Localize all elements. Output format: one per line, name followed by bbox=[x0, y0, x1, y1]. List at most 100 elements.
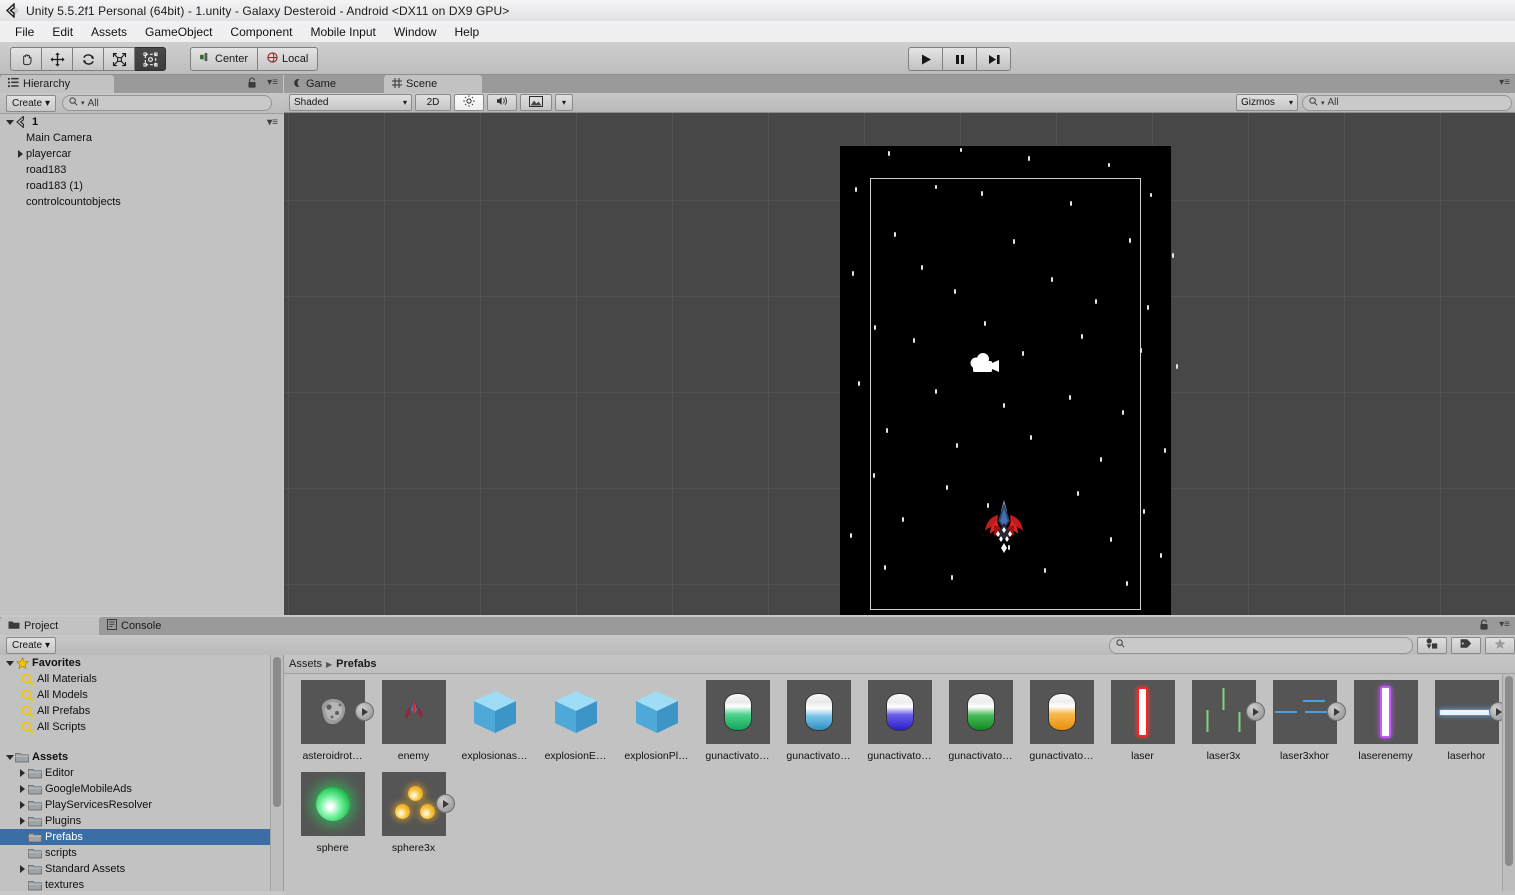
asset-item[interactable]: laser3x bbox=[1183, 680, 1265, 770]
tab-scene[interactable]: Scene bbox=[384, 75, 482, 93]
hierarchy-search-input[interactable]: ▾ All bbox=[62, 95, 273, 111]
project-tree-all-scripts[interactable]: All Scripts bbox=[0, 719, 283, 735]
tab-console[interactable]: Console bbox=[99, 617, 203, 635]
prefab-preview-badge[interactable] bbox=[1326, 702, 1346, 721]
asset-item[interactable]: explosionE… bbox=[535, 680, 616, 770]
hierarchy-create-button[interactable]: Create ▾ bbox=[6, 94, 57, 112]
filter-by-type-button[interactable] bbox=[1417, 636, 1447, 654]
breadcrumb-assets[interactable]: Assets bbox=[289, 658, 322, 670]
prefab-preview-badge[interactable] bbox=[354, 702, 374, 721]
asset-item[interactable]: gunactivato… bbox=[697, 680, 778, 770]
menu-help[interactable]: Help bbox=[446, 23, 489, 41]
asset-item[interactable]: sphere bbox=[292, 772, 373, 862]
project-tree-favorites[interactable]: Favorites bbox=[0, 655, 283, 671]
effects-toggle-button[interactable] bbox=[520, 94, 552, 111]
hierarchy-item-road183[interactable]: road183 bbox=[0, 162, 283, 178]
hierarchy-item-road183-1[interactable]: road183 (1) bbox=[0, 178, 283, 194]
pivot-mode-button[interactable]: Center bbox=[190, 47, 259, 71]
chevron-right-icon[interactable] bbox=[17, 784, 28, 795]
asset-item[interactable]: gunactivato… bbox=[940, 680, 1021, 770]
step-button[interactable] bbox=[977, 47, 1011, 71]
rotate-tool-button[interactable] bbox=[73, 47, 104, 71]
scene-context-menu[interactable]: ▾≡ bbox=[267, 117, 278, 128]
asset-item[interactable]: gunactivato… bbox=[1021, 680, 1102, 770]
hierarchy-tree[interactable]: 1 ▾≡ Main Camera playercar road183 road1… bbox=[0, 114, 283, 615]
tab-project[interactable]: Project bbox=[0, 617, 110, 635]
chevron-right-icon[interactable] bbox=[17, 816, 28, 827]
gizmos-dropdown[interactable]: Gizmos ▾ bbox=[1236, 94, 1298, 111]
chevron-down-icon[interactable] bbox=[4, 117, 15, 128]
menu-file[interactable]: File bbox=[6, 23, 43, 41]
project-tree-editor[interactable]: Editor bbox=[0, 765, 283, 781]
tab-game[interactable]: Game bbox=[284, 75, 380, 93]
project-search-input[interactable] bbox=[1109, 636, 1413, 654]
asset-item[interactable]: laser3xhor bbox=[1264, 680, 1346, 770]
menu-assets[interactable]: Assets bbox=[82, 23, 136, 41]
move-tool-button[interactable] bbox=[42, 47, 73, 71]
lighting-toggle-button[interactable] bbox=[454, 94, 484, 111]
play-button[interactable] bbox=[908, 47, 943, 71]
asset-item[interactable]: asteroidrot… bbox=[292, 680, 374, 770]
project-tree-scripts[interactable]: scripts bbox=[0, 845, 283, 861]
pause-button[interactable] bbox=[943, 47, 977, 71]
main-camera-gizmo[interactable] bbox=[968, 350, 1004, 383]
chevron-right-icon[interactable] bbox=[17, 864, 28, 875]
chevron-right-icon[interactable] bbox=[15, 149, 26, 160]
chevron-down-icon[interactable] bbox=[4, 658, 15, 669]
hand-tool-button[interactable] bbox=[10, 47, 42, 71]
chevron-right-icon[interactable] bbox=[17, 768, 28, 779]
project-tree-googlemobileads[interactable]: GoogleMobileAds bbox=[0, 781, 283, 797]
project-tree-playservicesresolver[interactable]: PlayServicesResolver bbox=[0, 797, 283, 813]
menu-edit[interactable]: Edit bbox=[43, 23, 82, 41]
project-tree-plugins[interactable]: Plugins bbox=[0, 813, 283, 829]
scene-search-input[interactable]: ▾ All bbox=[1302, 94, 1512, 111]
hierarchy-options-menu[interactable]: ▾≡ bbox=[267, 77, 278, 88]
playercar-sprite[interactable] bbox=[980, 499, 1028, 558]
project-tree-all-models[interactable]: All Models bbox=[0, 687, 283, 703]
menu-component[interactable]: Component bbox=[221, 23, 301, 41]
asset-grid-scrollbar[interactable] bbox=[1502, 674, 1515, 891]
hierarchy-scene-row[interactable]: 1 ▾≡ bbox=[0, 114, 283, 130]
hierarchy-item-playercar[interactable]: playercar bbox=[0, 146, 283, 162]
menu-mobile-input[interactable]: Mobile Input bbox=[301, 23, 384, 41]
asset-item[interactable]: gunactivato… bbox=[859, 680, 940, 770]
asset-item[interactable]: gunactivato… bbox=[778, 680, 859, 770]
scene-canvas[interactable] bbox=[284, 113, 1515, 615]
project-tree-textures[interactable]: textures bbox=[0, 877, 283, 891]
scale-tool-button[interactable] bbox=[104, 47, 135, 71]
menu-window[interactable]: Window bbox=[385, 23, 446, 41]
project-tree-standard-assets[interactable]: Standard Assets bbox=[0, 861, 283, 877]
draw-mode-dropdown[interactable]: Shaded ▾ bbox=[289, 94, 412, 111]
project-create-button[interactable]: Create ▾ bbox=[6, 636, 57, 654]
asset-item[interactable]: laserenemy bbox=[1345, 680, 1426, 770]
project-tree-all-prefabs[interactable]: All Prefabs bbox=[0, 703, 283, 719]
project-tree-all-materials[interactable]: All Materials bbox=[0, 671, 283, 687]
project-options-menu[interactable]: ▾≡ bbox=[1499, 619, 1510, 630]
prefab-preview-badge[interactable] bbox=[1245, 702, 1265, 721]
asset-item[interactable]: laserhor bbox=[1426, 680, 1508, 770]
chevron-right-icon[interactable] bbox=[17, 800, 28, 811]
asset-item[interactable]: laser bbox=[1102, 680, 1183, 770]
2d-toggle-button[interactable]: 2D bbox=[415, 94, 451, 111]
audio-toggle-button[interactable] bbox=[487, 94, 517, 111]
asset-item[interactable]: enemy bbox=[373, 680, 454, 770]
lock-icon[interactable] bbox=[247, 77, 257, 92]
space-mode-button[interactable]: Local bbox=[258, 47, 319, 71]
lock-icon[interactable] bbox=[1479, 619, 1489, 634]
menu-gameobject[interactable]: GameObject bbox=[136, 23, 221, 41]
asset-item[interactable]: sphere3x bbox=[373, 772, 455, 862]
scene-options-menu[interactable]: ▾≡ bbox=[1499, 77, 1510, 88]
hierarchy-item-main-camera[interactable]: Main Camera bbox=[0, 130, 283, 146]
prefab-preview-badge[interactable] bbox=[435, 794, 455, 813]
asset-item[interactable]: explosionas… bbox=[454, 680, 535, 770]
project-tree-scrollbar[interactable] bbox=[270, 655, 283, 891]
rect-tool-button[interactable] bbox=[135, 47, 166, 71]
chevron-down-icon[interactable] bbox=[4, 752, 15, 763]
asset-item[interactable]: explosionPl… bbox=[616, 680, 697, 770]
breadcrumb-prefabs[interactable]: Prefabs bbox=[336, 658, 376, 670]
filter-by-label-button[interactable] bbox=[1451, 636, 1481, 654]
asset-grid[interactable]: asteroidrot… enemy explosionas… explosio… bbox=[284, 674, 1515, 895]
project-tree-prefabs[interactable]: Prefabs bbox=[0, 829, 283, 845]
effects-dropdown-button[interactable]: ▾ bbox=[555, 94, 573, 111]
tab-hierarchy[interactable]: Hierarchy bbox=[0, 75, 114, 93]
